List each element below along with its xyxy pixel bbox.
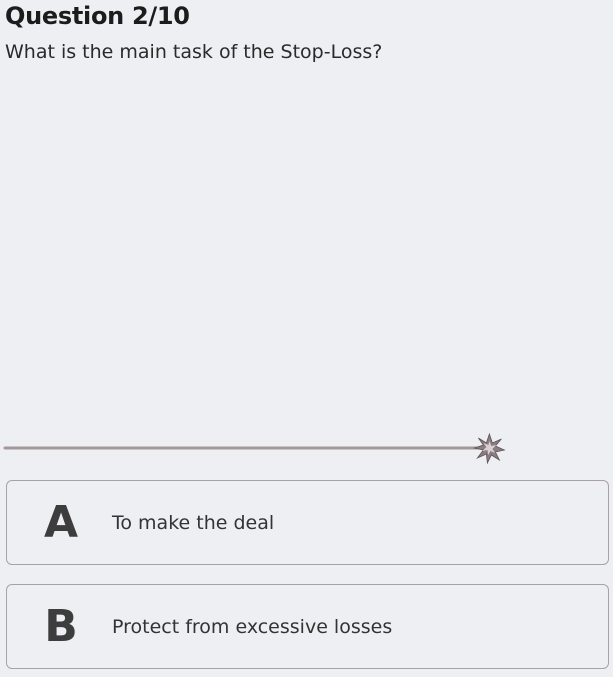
answer-text: To make the deal: [112, 511, 275, 534]
spark-fuse-icon: [472, 432, 506, 465]
question-text: What is the main task of the Stop-Loss?: [5, 41, 383, 63]
answer-option-a[interactable]: A To make the deal: [6, 480, 609, 565]
answer-text: Protect from excessive losses: [112, 615, 393, 638]
answer-option-b[interactable]: B Protect from excessive losses: [6, 584, 609, 669]
countdown-fuse-graphic: [3, 432, 506, 465]
question-counter: Question 2/10: [5, 2, 190, 30]
answer-letter: B: [44, 601, 78, 652]
answer-letter: A: [43, 497, 79, 548]
countdown-fuse: [0, 430, 613, 466]
